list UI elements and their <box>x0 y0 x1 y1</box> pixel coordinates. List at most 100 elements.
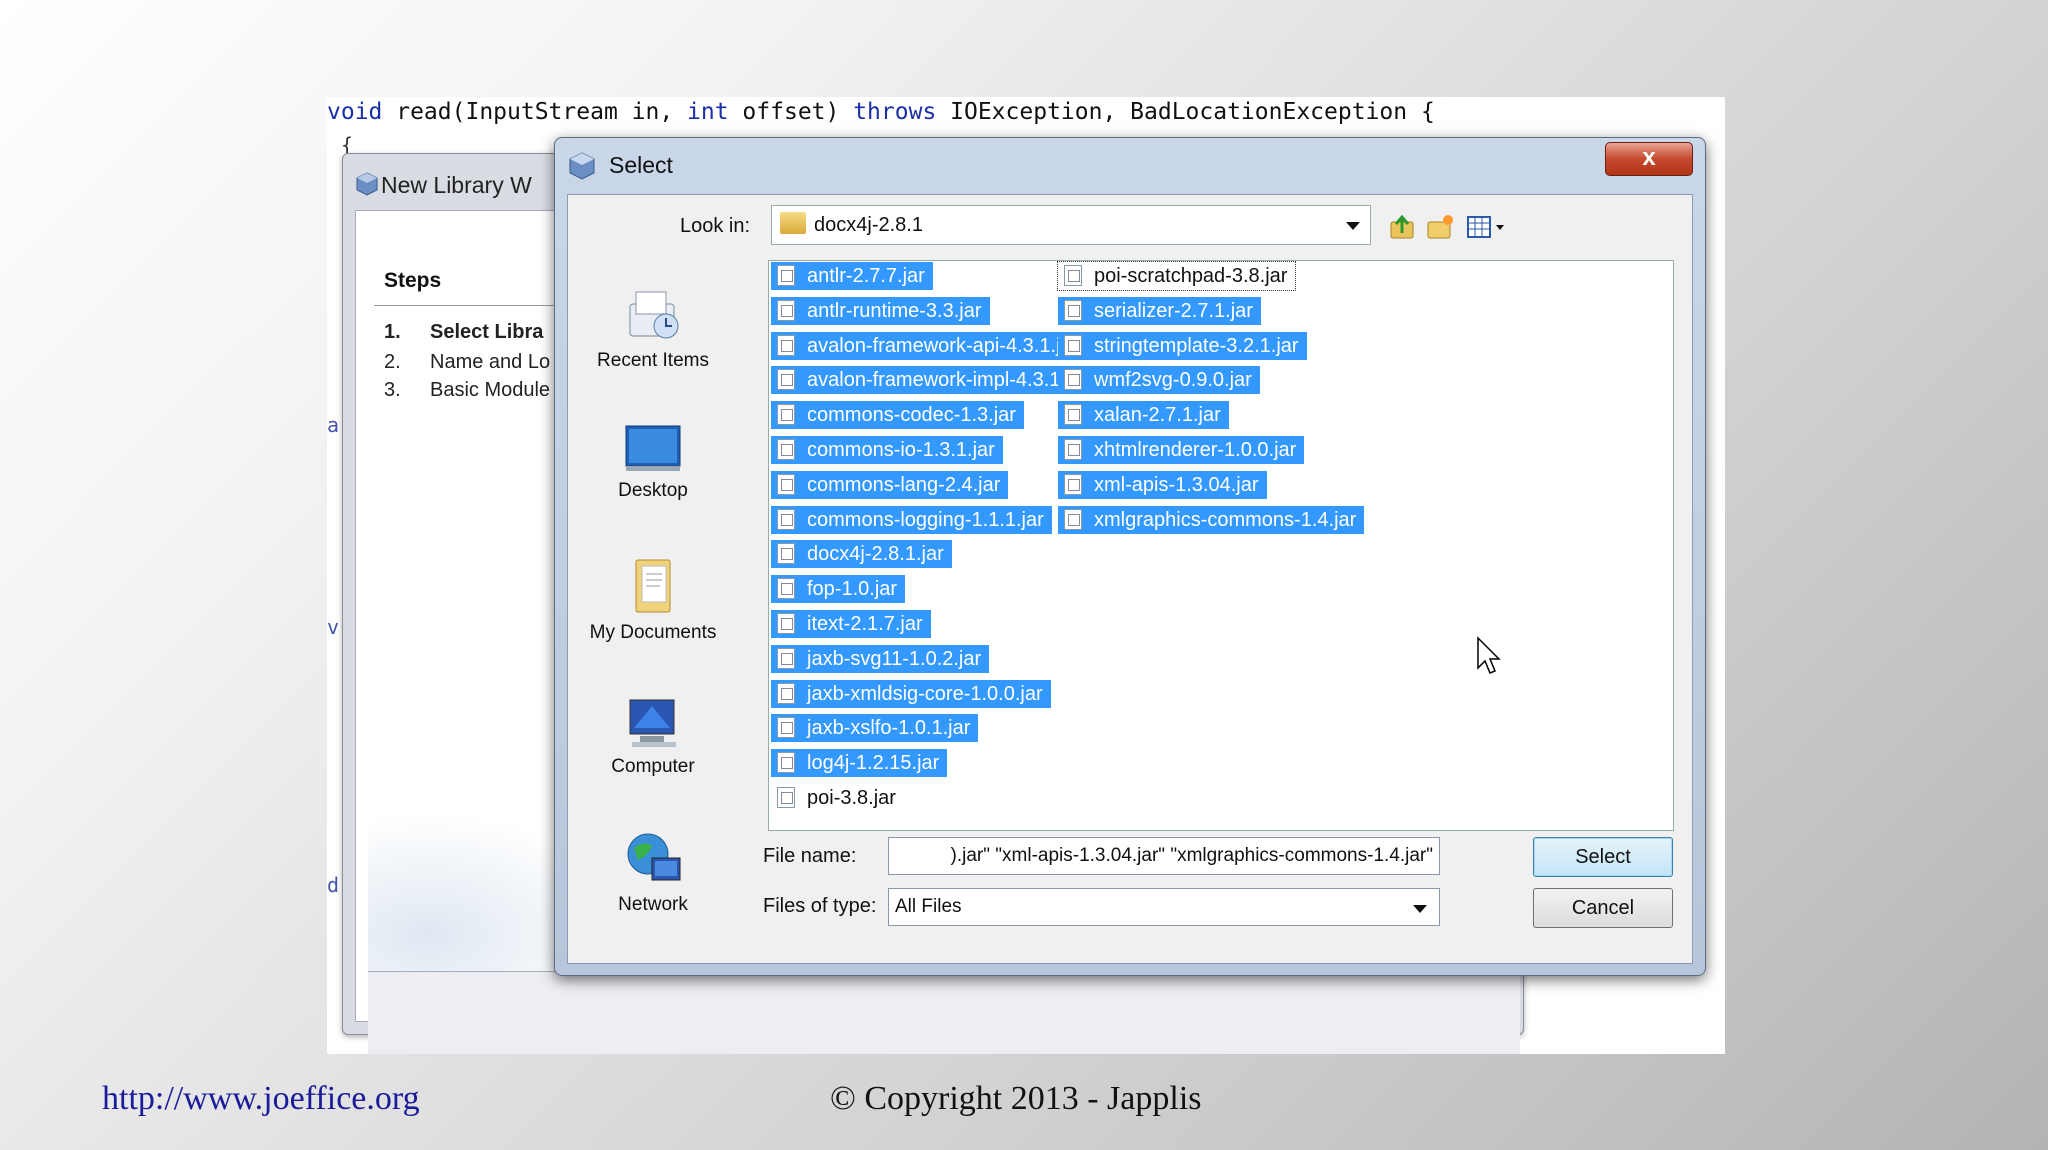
file-item[interactable]: avalon-framework-api-4.3.1.jar <box>771 331 1087 360</box>
place-computer[interactable]: Computer <box>578 698 728 778</box>
look-in-value: docx4j-2.8.1 <box>814 214 923 236</box>
jar-file-icon <box>777 334 795 356</box>
footer-url[interactable]: http://www.joeffice.org <box>102 1080 420 1118</box>
file-item[interactable]: poi-3.8.jar <box>771 784 904 812</box>
jar-file-icon <box>777 647 795 669</box>
footer-copyright: © Copyright 2013 - Japplis <box>830 1080 1202 1117</box>
file-name-value: ).jar" "xml-apis-1.3.04.jar" "xmlgraphic… <box>950 845 1433 866</box>
desktop-icon <box>625 425 681 471</box>
file-item[interactable]: commons-codec-1.3.jar <box>771 401 1024 430</box>
jar-file-icon <box>1064 265 1082 286</box>
code-gutter-char: v <box>327 615 340 639</box>
jar-file-icon <box>777 717 795 739</box>
jar-file-icon <box>777 578 795 600</box>
file-name: commons-io-1.3.1.jar <box>807 439 995 461</box>
file-name: docx4j-2.8.1.jar <box>807 543 944 566</box>
file-name: xml-apis-1.3.04.jar <box>1094 473 1259 496</box>
file-item[interactable]: docx4j-2.8.1.jar <box>771 540 952 569</box>
file-name: antlr-runtime-3.3.jar <box>807 299 982 322</box>
close-button[interactable]: x <box>1605 142 1693 176</box>
jar-file-icon <box>1064 439 1082 460</box>
code-gutter-char: a <box>327 413 340 437</box>
place-recent-items[interactable]: Recent Items <box>578 286 728 372</box>
file-name: poi-scratchpad-3.8.jar <box>1094 265 1288 287</box>
place-desktop[interactable]: Desktop <box>578 424 728 502</box>
file-item[interactable]: stringtemplate-3.2.1.jar <box>1058 331 1307 360</box>
jar-file-icon <box>1064 369 1082 391</box>
file-item[interactable]: jaxb-svg11-1.0.2.jar <box>771 644 990 673</box>
file-name: serializer-2.7.1.jar <box>1094 299 1253 322</box>
file-item[interactable]: xhtmlrenderer-1.0.0.jar <box>1058 436 1305 464</box>
select-button[interactable]: Select <box>1533 837 1673 877</box>
jar-file-icon <box>777 369 795 391</box>
file-name: avalon-framework-impl-4.3.1.jar <box>807 369 1089 392</box>
file-name: itext-2.1.7.jar <box>807 613 923 635</box>
file-list[interactable]: antlr-2.7.7.jar antlr-runtime-3.3.jar aval… <box>768 260 1674 831</box>
files-of-type-label: Files of type: <box>763 895 877 917</box>
file-name: poi-3.8.jar <box>807 787 896 809</box>
place-my-documents[interactable]: My Documents <box>578 556 728 644</box>
file-name: log4j-1.2.15.jar <box>807 752 940 775</box>
file-item[interactable]: xalan-2.7.1.jar <box>1058 401 1229 430</box>
file-item[interactable]: poi-scratchpad-3.8.jar <box>1056 261 1297 291</box>
select-dialog: Select x Look in: docx4j-2.8.1 Recent It… <box>554 137 1706 976</box>
jar-file-icon <box>1064 473 1082 495</box>
cancel-button[interactable]: Cancel <box>1533 888 1673 928</box>
folder-icon <box>780 212 806 234</box>
jar-file-icon <box>777 508 795 530</box>
file-item[interactable]: itext-2.1.7.jar <box>771 610 931 638</box>
jar-file-icon <box>777 404 795 426</box>
place-label: Computer <box>611 756 695 777</box>
file-name: fop-1.0.jar <box>807 578 898 601</box>
chevron-down-icon <box>1346 222 1360 230</box>
file-item[interactable]: commons-logging-1.1.1.jar <box>771 505 1052 534</box>
network-icon <box>627 833 681 881</box>
file-name: jaxb-svg11-1.0.2.jar <box>807 647 982 670</box>
files-of-type-dropdown[interactable]: All Files <box>888 888 1440 926</box>
jar-file-icon <box>777 473 795 495</box>
jar-file-icon <box>1064 508 1082 530</box>
chevron-down-icon <box>1413 905 1427 913</box>
wizard-step: 2. Name and Lo <box>384 351 551 373</box>
view-menu-icon[interactable] <box>1466 213 1508 241</box>
file-item[interactable]: jaxb-xmldsig-core-1.0.0.jar <box>771 679 1051 708</box>
look-in-dropdown[interactable]: docx4j-2.8.1 <box>771 205 1371 245</box>
file-item[interactable]: log4j-1.2.15.jar <box>771 749 948 778</box>
jar-file-icon <box>777 787 795 808</box>
file-item[interactable]: fop-1.0.jar <box>771 575 906 604</box>
jar-file-icon <box>777 265 795 286</box>
file-name-label: File name: <box>763 845 857 867</box>
code-line: void read(InputStream in, int offset) th… <box>327 99 1435 125</box>
file-item[interactable]: antlr-2.7.7.jar <box>771 262 933 290</box>
file-item[interactable]: antlr-runtime-3.3.jar <box>771 296 990 325</box>
my-documents-icon <box>635 559 671 613</box>
place-label: My Documents <box>589 622 717 643</box>
place-network[interactable]: Network <box>578 830 728 916</box>
file-item[interactable]: avalon-framework-impl-4.3.1.jar <box>771 366 1097 395</box>
file-item[interactable]: commons-io-1.3.1.jar <box>771 436 1003 464</box>
wizard-step: 1. Select Libra <box>384 321 544 343</box>
look-in-label: Look in: <box>680 215 751 237</box>
jar-file-icon <box>777 752 795 774</box>
file-item[interactable]: xml-apis-1.3.04.jar <box>1058 470 1267 499</box>
file-name: commons-codec-1.3.jar <box>807 404 1016 427</box>
file-name-field[interactable]: ).jar" "xml-apis-1.3.04.jar" "xmlgraphic… <box>888 837 1440 875</box>
file-name: xmlgraphics-commons-1.4.jar <box>1094 508 1357 531</box>
file-name: avalon-framework-api-4.3.1.jar <box>807 334 1079 357</box>
places-bar: Recent Items Desktop My Documents Comput… <box>578 258 718 938</box>
file-name: commons-logging-1.1.1.jar <box>807 508 1044 531</box>
file-item[interactable]: commons-lang-2.4.jar <box>771 470 1009 499</box>
wizard-step: 3. Basic Module <box>384 379 551 401</box>
file-item[interactable]: jaxb-xslfo-1.0.1.jar <box>771 714 979 743</box>
place-label: Network <box>618 894 688 915</box>
file-name: jaxb-xmldsig-core-1.0.0.jar <box>807 682 1043 705</box>
new-folder-icon[interactable] <box>1426 213 1456 241</box>
dialog-title: Select <box>609 152 673 178</box>
file-item[interactable]: wmf2svg-0.9.0.jar <box>1058 366 1260 395</box>
up-folder-icon[interactable] <box>1388 213 1416 241</box>
jar-file-icon <box>1064 299 1082 321</box>
file-item[interactable]: xmlgraphics-commons-1.4.jar <box>1058 505 1365 534</box>
wizard-title: New Library W <box>381 172 532 198</box>
file-item[interactable]: serializer-2.7.1.jar <box>1058 296 1261 325</box>
computer-icon <box>629 699 676 747</box>
